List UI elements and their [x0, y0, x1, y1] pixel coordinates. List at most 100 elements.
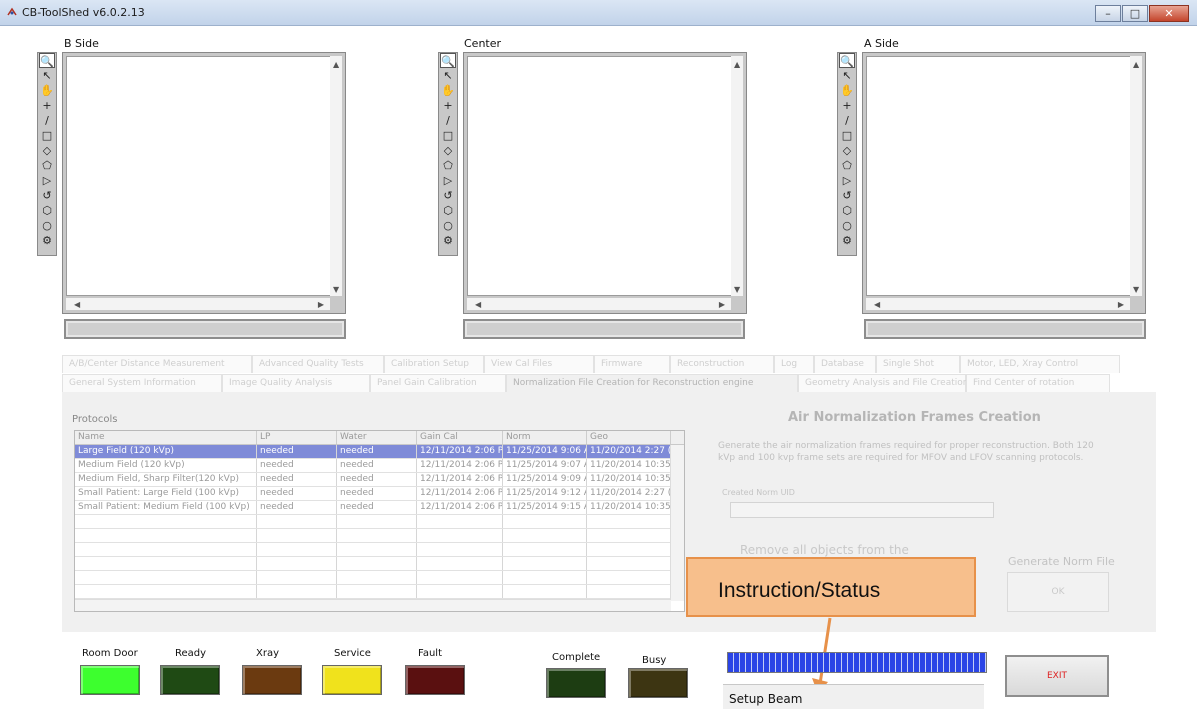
pan-hand-icon[interactable]: ✋	[839, 83, 855, 98]
freehand-icon[interactable]: ▷	[440, 173, 456, 188]
b-side-vertical-scrollbar[interactable]: ▲ ▼	[330, 56, 342, 296]
line-icon[interactable]: /	[839, 113, 855, 128]
exit-button[interactable]: EXIT	[1005, 655, 1109, 697]
table-row[interactable]: Small Patient: Medium Field (100 kVp) nee…	[75, 501, 684, 515]
hexagon-icon[interactable]: ⬡	[839, 203, 855, 218]
scroll-down-icon[interactable]: ▼	[734, 285, 740, 294]
crosshair-icon[interactable]: +	[839, 98, 855, 113]
norm-uid-field[interactable]	[730, 502, 994, 518]
tab-calibration-setup[interactable]: Calibration Setup	[384, 355, 484, 373]
polygon-icon[interactable]: ⬠	[839, 158, 855, 173]
select-arrow-icon[interactable]: ↖	[39, 68, 55, 83]
column-header[interactable]: Geo	[587, 431, 671, 444]
line-icon[interactable]: /	[39, 113, 55, 128]
b-side-image-canvas[interactable]	[66, 56, 342, 296]
table-row[interactable]	[75, 529, 684, 543]
polygon-icon[interactable]: ⬠	[440, 158, 456, 173]
hexagon-icon[interactable]: ⬡	[39, 203, 55, 218]
tab-reconstruction[interactable]: Reconstruction	[670, 355, 774, 373]
scroll-up-icon[interactable]: ▲	[1133, 60, 1139, 69]
scroll-left-icon[interactable]: ◀	[74, 300, 80, 309]
zoom-icon[interactable]: 🔍	[440, 53, 456, 68]
scroll-up-icon[interactable]: ▲	[734, 60, 740, 69]
center-horizontal-scrollbar[interactable]: ◀ ▶	[467, 298, 731, 310]
rectangle-icon[interactable]: □	[440, 128, 456, 143]
table-row[interactable]	[75, 571, 684, 585]
polygon-icon[interactable]: ⬠	[39, 158, 55, 173]
close-button[interactable]: ✕	[1149, 5, 1189, 22]
column-header[interactable]: LP	[257, 431, 337, 444]
column-header[interactable]: Gain Cal	[417, 431, 503, 444]
scroll-down-icon[interactable]: ▼	[333, 285, 339, 294]
column-header[interactable]: Name	[75, 431, 257, 444]
zoom-icon[interactable]: 🔍	[839, 53, 855, 68]
scroll-left-icon[interactable]: ◀	[475, 300, 481, 309]
crosshair-icon[interactable]: +	[39, 98, 55, 113]
tab-image-quality-analysis[interactable]: Image Quality Analysis	[222, 374, 370, 392]
scroll-left-icon[interactable]: ◀	[874, 300, 880, 309]
tab-panel-gain-calibration[interactable]: Panel Gain Calibration	[370, 374, 506, 392]
tab-find-center-of-rotation[interactable]: Find Center of rotation	[966, 374, 1110, 392]
hexagon-icon[interactable]: ⬡	[440, 203, 456, 218]
zoom-icon[interactable]: 🔍	[39, 53, 55, 68]
center-vertical-scrollbar[interactable]: ▲ ▼	[731, 56, 743, 296]
column-header[interactable]: Water	[337, 431, 417, 444]
table-horizontal-scrollbar[interactable]	[75, 599, 671, 611]
diamond-icon[interactable]: ◇	[839, 143, 855, 158]
table-row[interactable]: Small Patient: Large Field (100 kVp) need…	[75, 487, 684, 501]
tab-a-b-center-distance-measurement[interactable]: A/B/Center Distance Measurement	[62, 355, 252, 373]
ok-button[interactable]: OK	[1007, 572, 1109, 612]
ellipse-icon[interactable]: ○	[39, 218, 55, 233]
tab-log[interactable]: Log	[774, 355, 814, 373]
tab-normalization-file-creation-for-reconstruction-engine[interactable]: Normalization File Creation for Reconstr…	[506, 374, 798, 392]
table-row[interactable]	[75, 585, 684, 599]
tab-view-cal-files[interactable]: View Cal Files	[484, 355, 594, 373]
minimize-button[interactable]: –	[1095, 5, 1121, 22]
crosshair-icon[interactable]: +	[440, 98, 456, 113]
rectangle-icon[interactable]: □	[839, 128, 855, 143]
table-vertical-scrollbar[interactable]	[670, 445, 684, 601]
freehand-icon[interactable]: ▷	[39, 173, 55, 188]
tab-single-shot[interactable]: Single Shot	[876, 355, 960, 373]
maximize-button[interactable]: □	[1122, 5, 1148, 22]
a-side-image-canvas[interactable]	[866, 56, 1142, 296]
tab-database[interactable]: Database	[814, 355, 876, 373]
center-image-canvas[interactable]	[467, 56, 743, 296]
a-side-vertical-scrollbar[interactable]: ▲ ▼	[1130, 56, 1142, 296]
column-header[interactable]: Norm	[503, 431, 587, 444]
rotate-icon[interactable]: ↺	[839, 188, 855, 203]
rotate-icon[interactable]: ↺	[39, 188, 55, 203]
scroll-right-icon[interactable]: ▶	[719, 300, 725, 309]
settings-icon[interactable]: ⚙	[839, 233, 855, 248]
diamond-icon[interactable]: ◇	[440, 143, 456, 158]
scroll-down-icon[interactable]: ▼	[1133, 285, 1139, 294]
rectangle-icon[interactable]: □	[39, 128, 55, 143]
ellipse-icon[interactable]: ○	[440, 218, 456, 233]
b-side-horizontal-scrollbar[interactable]: ◀ ▶	[66, 298, 330, 310]
scroll-right-icon[interactable]: ▶	[318, 300, 324, 309]
table-row[interactable]	[75, 515, 684, 529]
pan-hand-icon[interactable]: ✋	[440, 83, 456, 98]
table-row[interactable]	[75, 543, 684, 557]
rotate-icon[interactable]: ↺	[440, 188, 456, 203]
scroll-up-icon[interactable]: ▲	[333, 60, 339, 69]
select-arrow-icon[interactable]: ↖	[839, 68, 855, 83]
tab-advanced-quality-tests[interactable]: Advanced Quality Tests	[252, 355, 384, 373]
ellipse-icon[interactable]: ○	[839, 218, 855, 233]
settings-icon[interactable]: ⚙	[39, 233, 55, 248]
scroll-right-icon[interactable]: ▶	[1118, 300, 1124, 309]
table-row[interactable]: Large Field (120 kVp) needed needed 12/11/2…	[75, 445, 684, 459]
pan-hand-icon[interactable]: ✋	[39, 83, 55, 98]
tab-firmware[interactable]: Firmware	[594, 355, 670, 373]
table-row[interactable]: Medium Field, Sharp Filter(120 kVp) neede…	[75, 473, 684, 487]
protocols-table[interactable]: Name LP Water Gain Cal Norm Geo Large Field (…	[74, 430, 685, 612]
tab-geometry-analysis-and-file-creation[interactable]: Geometry Analysis and File Creation	[798, 374, 968, 392]
table-row[interactable]	[75, 557, 684, 571]
tab-motor-led-xray-control[interactable]: Motor, LED, Xray Control	[960, 355, 1120, 373]
diamond-icon[interactable]: ◇	[39, 143, 55, 158]
select-arrow-icon[interactable]: ↖	[440, 68, 456, 83]
freehand-icon[interactable]: ▷	[839, 173, 855, 188]
a-side-horizontal-scrollbar[interactable]: ◀ ▶	[866, 298, 1130, 310]
line-icon[interactable]: /	[440, 113, 456, 128]
tab-general-system-information[interactable]: General System Information	[62, 374, 222, 392]
